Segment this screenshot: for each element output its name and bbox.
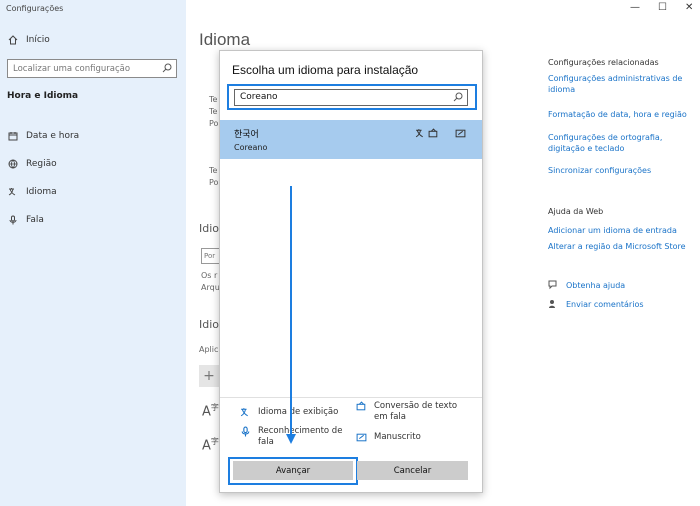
feature-label: Reconhecimento de fala (258, 426, 343, 447)
add-language-button: + (199, 365, 219, 387)
get-help-label: Obtenha ajuda (566, 280, 626, 290)
text-to-speech-icon (428, 128, 438, 138)
web-help-title: Ajuda da Web (548, 207, 604, 216)
link-add-input-language[interactable]: Adicionar um idioma de entrada (548, 225, 698, 236)
handwriting-icon (455, 129, 466, 138)
sidebar-item-label: Fala (26, 215, 44, 225)
close-button[interactable]: ✕ (685, 2, 693, 13)
background-text: Os r (201, 271, 218, 280)
background-text: Aplic (199, 345, 219, 354)
text-to-speech-icon (356, 401, 366, 411)
link-admin-language[interactable]: Configurações administrativas de idioma (548, 73, 698, 95)
sidebar-item-label: Data e hora (26, 131, 80, 141)
calendar-icon (8, 132, 18, 141)
dialog-divider (220, 397, 482, 398)
link-sync[interactable]: Sincronizar configurações (548, 165, 698, 176)
background-input: Por (201, 248, 221, 264)
nav-home-label: Início (26, 35, 50, 45)
background-heading: Idio (199, 222, 220, 235)
cancel-button[interactable]: Cancelar (357, 461, 468, 480)
search-icon[interactable] (453, 92, 463, 102)
language-native-name: 한국어 (234, 130, 259, 140)
background-text: Po (209, 178, 219, 187)
language-search-input[interactable]: Coreano (234, 89, 468, 106)
feedback-label: Enviar comentários (566, 299, 644, 309)
link-date-format[interactable]: Formatação de data, hora e região (548, 109, 698, 120)
handwriting-icon (356, 433, 367, 442)
globe-icon (8, 159, 18, 169)
language-name: Coreano (234, 143, 268, 152)
sidebar-item-label: Região (26, 159, 57, 169)
related-settings-title: Configurações relacionadas (548, 58, 659, 67)
link-spelling[interactable]: Configurações de ortografia, digitação e… (548, 132, 698, 154)
home-icon (8, 35, 18, 45)
background-text: Po (209, 119, 219, 128)
language-list-item-korean[interactable]: 한국어 Coreano (220, 120, 482, 159)
background-text: Te (209, 107, 218, 116)
app-title: Configurações (6, 4, 64, 13)
background-text: Te (209, 166, 218, 175)
sidebar-item-speech[interactable]: Fala (8, 206, 79, 234)
display-language-icon (240, 408, 248, 417)
language-glyph-icon: A字 (202, 437, 219, 454)
sidebar-item-region[interactable]: Região (8, 150, 79, 178)
install-language-dialog: Escolha um idioma para instalação Corean… (219, 50, 483, 493)
nav-home[interactable]: Início (8, 35, 50, 45)
page-title: Idioma (199, 30, 251, 49)
feature-label: Conversão de texto em fala (374, 401, 458, 422)
minimize-button[interactable]: — (630, 2, 640, 13)
feature-display-language: Idioma de exibição (240, 407, 338, 422)
feature-label: Manuscrito (374, 432, 421, 442)
display-language-icon (415, 129, 423, 138)
settings-search-input[interactable]: Localizar uma configuração (7, 59, 177, 78)
link-store-region[interactable]: Alterar a região da Microsoft Store (548, 241, 698, 252)
maximize-button[interactable]: ☐ (658, 2, 667, 13)
sidebar: Configurações Início Localizar uma confi… (0, 0, 186, 506)
nav-list: Data e hora Região Idioma Fala (8, 122, 79, 234)
search-icon[interactable] (162, 63, 172, 73)
feature-label: Idioma de exibição (258, 407, 339, 417)
language-glyph-icon: A字 (202, 403, 219, 420)
background-text: Arqu (201, 283, 220, 292)
microphone-icon (241, 426, 250, 437)
language-icon (8, 188, 16, 196)
dialog-title: Escolha um idioma para instalação (232, 63, 419, 77)
settings-search-placeholder: Localizar uma configuração (13, 63, 131, 74)
feedback-icon (549, 300, 555, 308)
get-help-link[interactable]: Obtenha ajuda (548, 280, 625, 290)
sidebar-item-label: Idioma (26, 187, 57, 197)
background-heading: Idio (199, 318, 220, 331)
help-chat-icon (548, 280, 557, 290)
feature-speech-recognition: Reconhecimento de fala (240, 426, 350, 448)
background-text: Te (209, 95, 218, 104)
feature-handwriting: Manuscrito (356, 432, 421, 447)
language-search-value: Coreano (240, 92, 278, 102)
feature-text-to-speech: Conversão de texto em fala (356, 401, 466, 423)
section-title: Hora e Idioma (7, 91, 79, 101)
microphone-icon (9, 215, 17, 225)
sidebar-item-language[interactable]: Idioma (8, 178, 79, 206)
feedback-link[interactable]: Enviar comentários (548, 299, 644, 309)
next-button[interactable]: Avançar (233, 461, 353, 480)
sidebar-item-date-time[interactable]: Data e hora (8, 122, 79, 150)
